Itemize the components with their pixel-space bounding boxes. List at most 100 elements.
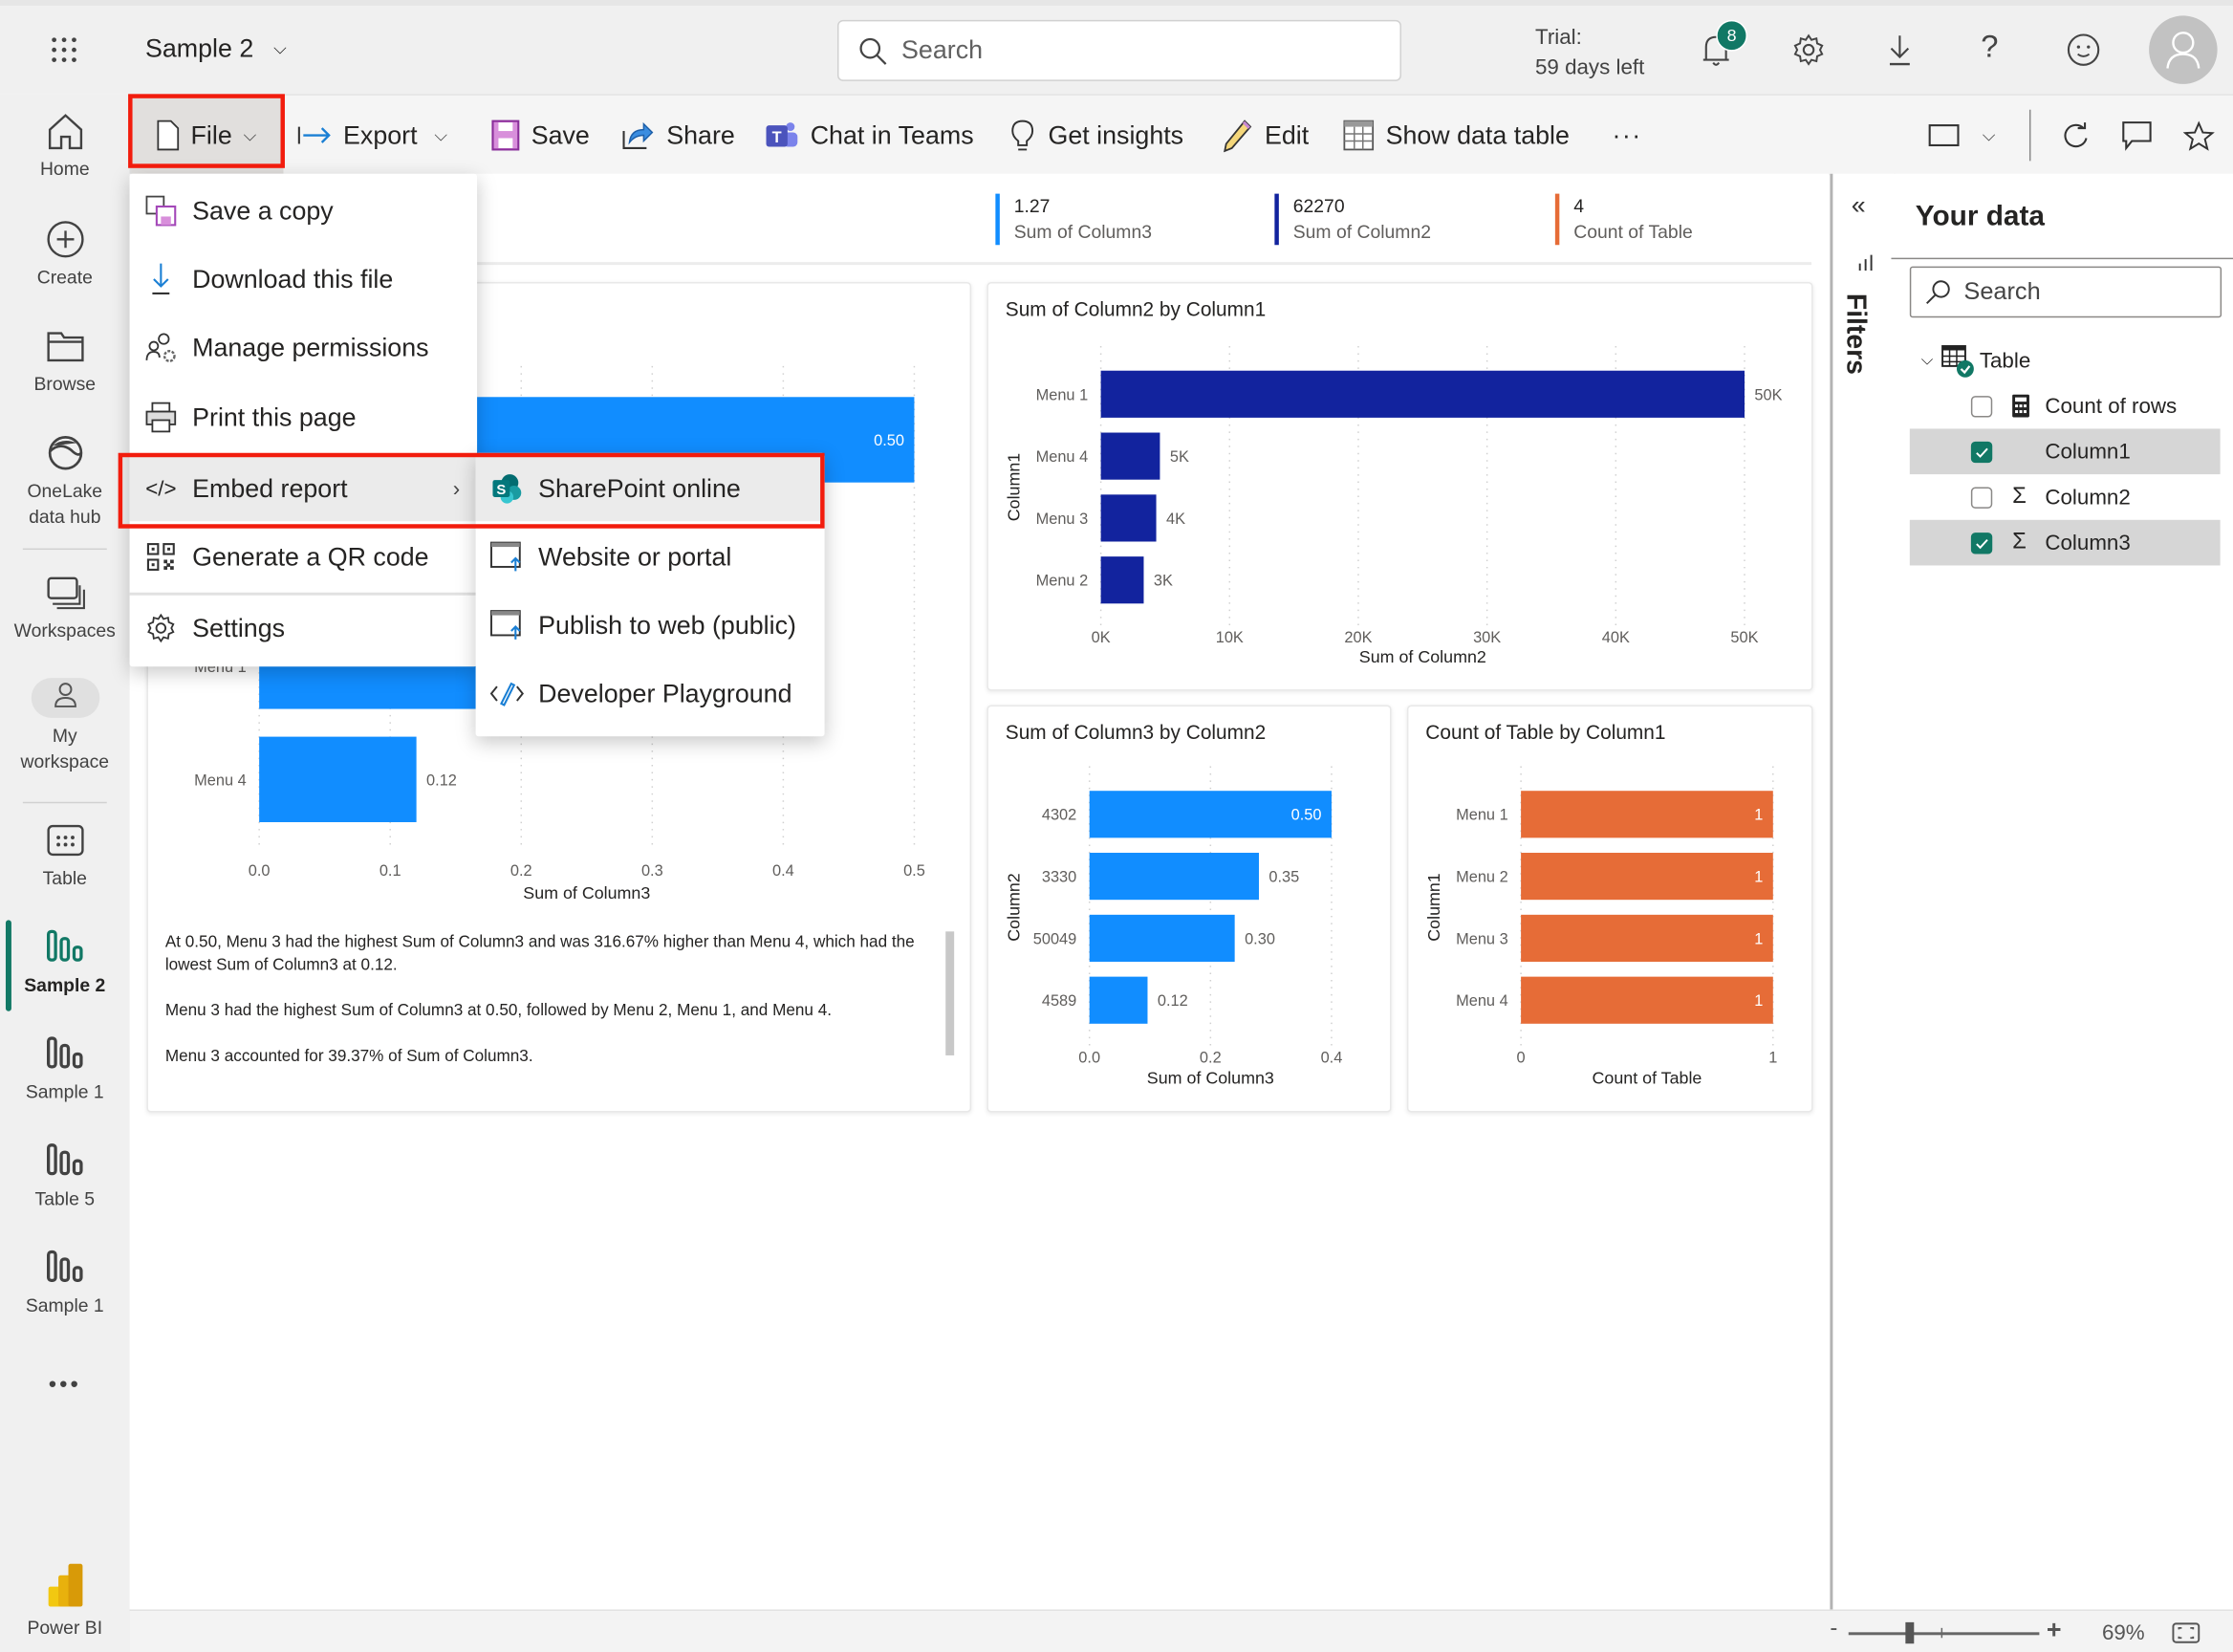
nav-label: Create [36,266,93,288]
field-count-of-rows[interactable]: Count of rows [1910,383,2221,429]
download-icon[interactable] [1884,33,1916,67]
menu-item-print-this-page[interactable]: Print this page [130,384,478,450]
nav-label: Sample 2 [24,974,106,996]
bar-chart-plot: 0K 10K 20K 30K 40K 50K Menu 1 50K Menu 4 5K Menu 3… [1005,346,1783,666]
chevron-down-icon[interactable]: ⌵ [1921,351,1933,369]
nav-workspaces[interactable]: Workspaces [0,573,130,643]
power-bi-brand[interactable]: Power BI [0,1561,130,1641]
chevron-down-icon: ⌵ [434,124,448,145]
nav-table-5[interactable]: Table 5 [0,1141,130,1211]
share-label: Share [666,120,735,149]
onelake-icon [48,436,82,470]
x-tick-label: 40K [1602,629,1630,646]
zoom-slider-default-tick [1940,1627,1943,1639]
nav-browse[interactable]: Browse [0,326,130,397]
field-column3[interactable]: Σ Column3 [1909,519,2221,566]
x-tick-label: 0.4 [1321,1049,1343,1066]
comment-icon[interactable] [2122,121,2154,153]
data-search-input[interactable]: Search [1909,266,2222,318]
field-checkbox[interactable] [1970,395,1993,417]
zoom-slider-thumb[interactable] [1904,1621,1914,1644]
field-column2[interactable]: Σ Column2 [1910,474,2221,520]
bar [1100,494,1157,542]
menu-item-label: Manage permissions [192,332,429,361]
help-icon[interactable]: ? [1981,29,1998,66]
data-table-icon [1343,120,1375,151]
field-checkbox-checked[interactable] [1970,532,1993,554]
chart-card-sum-column2-by-column1[interactable]: 0K 10K 20K 30K 40K 50K Menu 1 50K Menu 4 5K Menu 3… [986,281,1813,691]
x-tick-label: 10K [1216,629,1244,646]
plus-circle-icon [46,221,83,258]
kpi-card-sum-column3[interactable]: 1.27 Sum of Column3 [995,193,1152,246]
menu-item-website-or-portal[interactable]: Website or portal [476,524,825,590]
zoom-level: 69% [2101,1620,2145,1645]
kpi-card-count-of-table[interactable]: 4 Count of Table [1554,193,1693,246]
menu-item-publish-to-web[interactable]: Publish to web (public) [476,593,825,659]
nav-onelake-data-hub[interactable]: OneLake data hub [0,433,130,530]
favorite-star-icon[interactable] [2182,120,2215,153]
nav-more-button[interactable]: ••• [0,1373,130,1399]
y-category-label: 4589 [1042,992,1076,1010]
share-button[interactable]: Share [621,96,735,175]
report-icon [46,929,82,962]
nav-my-workspace[interactable]: My workspace [0,678,130,774]
field-checkbox[interactable] [1970,486,1993,509]
report-name-dropdown[interactable]: Sample 2 ⌵ [145,34,287,64]
narrative-paragraph: At 0.50, Menu 3 had the highest Sum of C… [164,934,915,975]
chat-in-teams-label: Chat in Teams [810,120,974,149]
global-search-input[interactable]: Search [837,19,1401,81]
show-data-table-button[interactable]: Show data table [1343,96,1570,175]
chart-card-sum-column3-by-column2[interactable]: 0.0 0.2 0.4 4302 0.50 3330 0.35 50049 0.30 4589 0.… [986,705,1392,1113]
feedback-smiley-icon[interactable] [2067,33,2101,67]
field-checkbox-checked[interactable] [1970,441,1993,463]
trial-label: Trial: [1535,25,1582,51]
menu-item-label: Download this file [192,264,394,293]
view-mode-dropdown[interactable]: ⌵ [1928,96,1995,175]
chart-title: Sum of Column3 by Column2 [1005,720,1267,744]
expand-chevrons-icon[interactable]: « [1852,191,1866,221]
menu-item-settings[interactable]: Settings [130,596,478,662]
narrative-scrollbar[interactable] [945,931,955,1055]
nav-sample-1-b[interactable]: Sample 1 [0,1248,130,1318]
export-button[interactable]: Export ⌵ [297,96,447,175]
zoom-slider[interactable] [1848,1632,2040,1635]
refresh-icon[interactable] [2062,121,2091,150]
menu-item-save-a-copy[interactable]: Save a copy [130,178,478,244]
filter-icon [1858,254,1873,272]
app-launcher-icon[interactable] [50,35,78,64]
nav-home[interactable]: Home [0,111,130,182]
trial-status[interactable]: Trial: 59 days left [1535,23,1644,83]
chat-in-teams-button[interactable]: T Chat in Teams [765,96,974,175]
chart-card-count-of-table-by-column1[interactable]: 0 1 Menu 1 1 Menu 2 1 Menu 3 1 Menu 4 1 Count of T… [1406,705,1813,1113]
pencil-icon [1224,120,1252,153]
x-tick-label: 1 [1768,1049,1777,1066]
nav-sample-1[interactable]: Sample 1 [0,1034,130,1105]
zoom-in-button[interactable]: + [2047,1615,2062,1644]
lightbulb-icon [1011,120,1034,151]
nav-table[interactable]: Table [0,820,130,891]
kpi-card-sum-column2[interactable]: 62270 Sum of Column2 [1274,193,1431,246]
settings-gear-icon[interactable] [1791,33,1826,67]
filters-pane-collapsed[interactable]: « Filters [1830,173,1896,1610]
nav-sample-2[interactable]: Sample 2 [0,927,130,998]
edit-button[interactable]: Edit [1222,96,1309,175]
field-column1[interactable]: Column1 [1909,428,2221,475]
zoom-out-button[interactable]: - [1830,1617,1837,1642]
get-insights-button[interactable]: Get insights [1008,96,1183,175]
menu-item-download-this-file[interactable]: Download this file [130,247,478,313]
tree-node-table[interactable]: ⌵ Table [1910,337,2221,383]
more-options-button[interactable]: ··· [1612,96,1641,175]
save-copy-icon [145,195,177,227]
user-avatar[interactable] [2149,15,2218,84]
nav-label: Power BI [27,1616,103,1639]
menu-item-generate-qr-code[interactable]: Generate a QR code [130,524,478,590]
menu-item-developer-playground[interactable]: Developer Playground [476,661,825,727]
menu-item-manage-permissions[interactable]: Manage permissions [130,315,478,380]
notifications-button[interactable]: 8 [1699,19,1747,72]
nav-create[interactable]: Create [0,219,130,290]
bar [1521,791,1773,838]
fit-to-page-icon[interactable] [2172,1622,2200,1643]
file-highlight-box [128,94,285,168]
save-button[interactable]: Save [491,96,590,175]
bar [1521,853,1773,901]
